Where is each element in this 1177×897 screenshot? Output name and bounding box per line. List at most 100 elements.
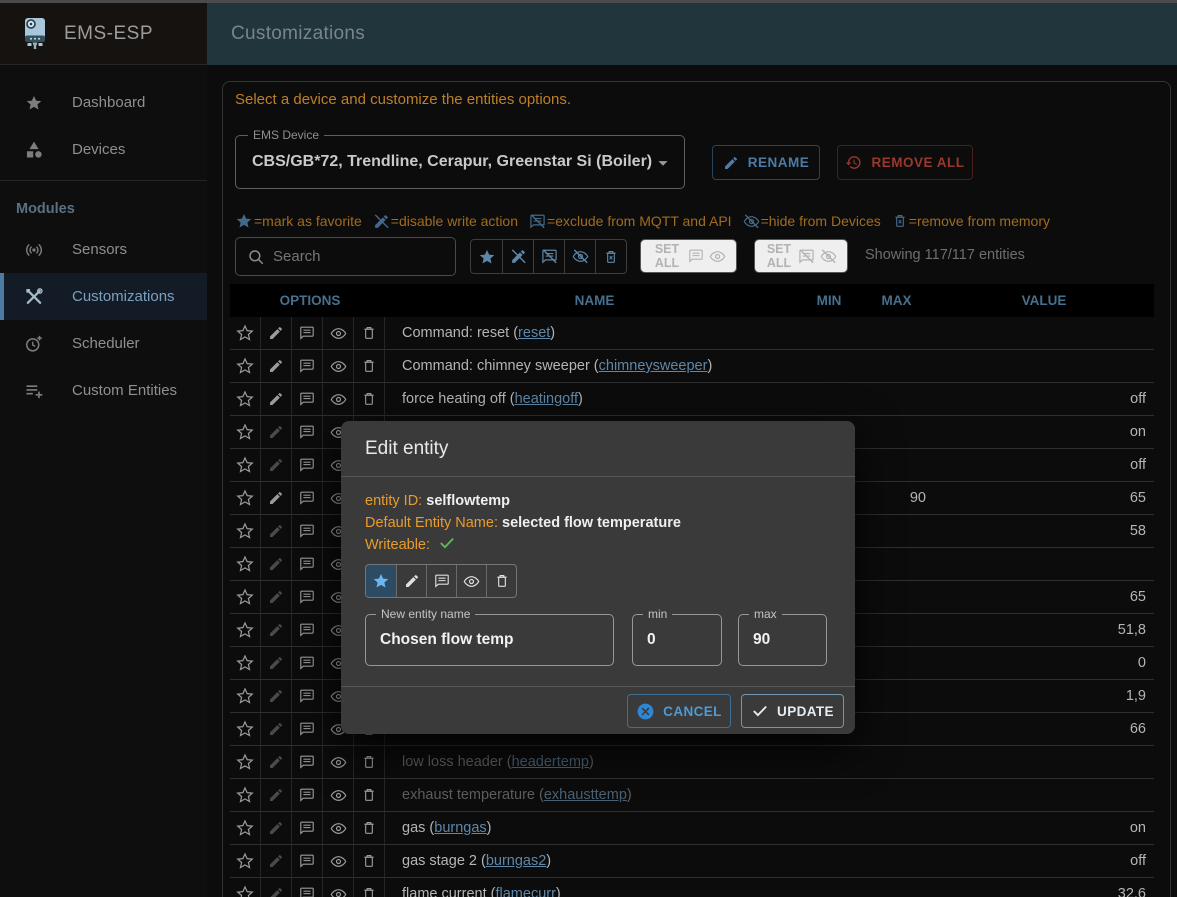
- row-note-button[interactable]: [292, 614, 323, 646]
- row-note-button[interactable]: [292, 779, 323, 811]
- row-pencil-button[interactable]: [261, 779, 292, 811]
- filter-hidden-button[interactable]: [564, 240, 595, 273]
- toggle-visibility-button[interactable]: [456, 565, 486, 597]
- sidebar-item-scheduler[interactable]: Scheduler: [0, 320, 207, 367]
- row-eye-button[interactable]: [323, 317, 354, 349]
- row-pencil-button[interactable]: [261, 482, 292, 514]
- row-trash-button[interactable]: [354, 317, 385, 349]
- filter-removed-button[interactable]: [595, 240, 626, 273]
- filter-favorite-button[interactable]: [471, 240, 502, 273]
- row-pencil-button[interactable]: [261, 416, 292, 448]
- entity-link[interactable]: exhausttemp: [544, 787, 627, 803]
- sidebar-item-dashboard[interactable]: Dashboard: [0, 79, 207, 126]
- row-favorite-star-button[interactable]: [230, 845, 261, 877]
- row-eye-button[interactable]: [323, 383, 354, 415]
- row-favorite-star-button[interactable]: [230, 647, 261, 679]
- entity-link[interactable]: reset: [518, 325, 550, 341]
- row-favorite-star-button[interactable]: [230, 614, 261, 646]
- set-all-show-button[interactable]: SET ALL: [640, 239, 737, 273]
- row-pencil-button[interactable]: [261, 383, 292, 415]
- row-pencil-button[interactable]: [261, 350, 292, 382]
- row-note-button[interactable]: [292, 350, 323, 382]
- row-pencil-button[interactable]: [261, 647, 292, 679]
- entity-link[interactable]: burngas: [434, 820, 486, 836]
- entity-link[interactable]: heatingoff: [515, 391, 578, 407]
- entity-link[interactable]: headertemp: [512, 754, 589, 770]
- sidebar-item-customizations[interactable]: Customizations: [0, 273, 207, 320]
- min-field[interactable]: min 0: [632, 614, 722, 666]
- row-note-button[interactable]: [292, 581, 323, 613]
- row-pencil-button[interactable]: [261, 713, 292, 745]
- row-note-button[interactable]: [292, 317, 323, 349]
- cancel-button[interactable]: CANCEL: [627, 694, 731, 728]
- row-favorite-star-button[interactable]: [230, 812, 261, 844]
- row-pencil-button[interactable]: [261, 317, 292, 349]
- filter-mqtt-off-button[interactable]: [533, 240, 564, 273]
- row-pencil-button[interactable]: [261, 812, 292, 844]
- row-favorite-star-button[interactable]: [230, 416, 261, 448]
- row-note-button[interactable]: [292, 746, 323, 778]
- row-note-button[interactable]: [292, 482, 323, 514]
- row-eye-button[interactable]: [323, 779, 354, 811]
- row-pencil-button[interactable]: [261, 680, 292, 712]
- row-trash-button[interactable]: [354, 845, 385, 877]
- search-box[interactable]: [235, 237, 456, 276]
- row-eye-button[interactable]: [323, 746, 354, 778]
- new-entity-name-field[interactable]: New entity name Chosen flow temp: [365, 614, 614, 666]
- filter-write-off-button[interactable]: [502, 240, 533, 273]
- set-all-hide-button[interactable]: SET ALL: [754, 239, 848, 273]
- row-favorite-star-button[interactable]: [230, 581, 261, 613]
- rename-button[interactable]: RENAME: [712, 145, 820, 180]
- row-eye-button[interactable]: [323, 845, 354, 877]
- row-favorite-star-button[interactable]: [230, 350, 261, 382]
- update-button[interactable]: UPDATE: [741, 694, 844, 728]
- row-trash-button[interactable]: [354, 746, 385, 778]
- row-pencil-button[interactable]: [261, 845, 292, 877]
- sidebar-item-devices[interactable]: Devices: [0, 126, 207, 173]
- row-note-button[interactable]: [292, 812, 323, 844]
- row-eye-button[interactable]: [323, 350, 354, 382]
- sidebar-item-sensors[interactable]: Sensors: [0, 226, 207, 273]
- row-favorite-star-button[interactable]: [230, 779, 261, 811]
- toggle-mqtt-button[interactable]: [426, 565, 456, 597]
- toggle-delete-button[interactable]: [486, 565, 516, 597]
- sidebar-item-custom-entities[interactable]: Custom Entities: [0, 367, 207, 414]
- row-pencil-button[interactable]: [261, 746, 292, 778]
- row-pencil-button[interactable]: [261, 614, 292, 646]
- row-note-button[interactable]: [292, 713, 323, 745]
- row-note-button[interactable]: [292, 647, 323, 679]
- entity-link[interactable]: chimneysweeper: [599, 358, 708, 374]
- row-note-button[interactable]: [292, 416, 323, 448]
- toggle-write-button[interactable]: [396, 565, 426, 597]
- row-trash-button[interactable]: [354, 383, 385, 415]
- row-note-button[interactable]: [292, 680, 323, 712]
- row-favorite-star-button[interactable]: [230, 548, 261, 580]
- toggle-favorite-button[interactable]: [366, 565, 396, 597]
- row-favorite-star-button[interactable]: [230, 713, 261, 745]
- row-trash-button[interactable]: [354, 779, 385, 811]
- search-input[interactable]: [273, 248, 472, 265]
- row-note-button[interactable]: [292, 878, 323, 897]
- row-favorite-star-button[interactable]: [230, 878, 261, 897]
- row-trash-button[interactable]: [354, 812, 385, 844]
- row-note-button[interactable]: [292, 515, 323, 547]
- row-trash-button[interactable]: [354, 350, 385, 382]
- entity-link[interactable]: burngas2: [486, 853, 546, 869]
- row-favorite-star-button[interactable]: [230, 449, 261, 481]
- row-note-button[interactable]: [292, 548, 323, 580]
- row-pencil-button[interactable]: [261, 548, 292, 580]
- row-favorite-star-button[interactable]: [230, 482, 261, 514]
- row-pencil-button[interactable]: [261, 581, 292, 613]
- remove-all-button[interactable]: REMOVE ALL: [837, 145, 973, 180]
- row-favorite-star-button[interactable]: [230, 680, 261, 712]
- ems-device-select[interactable]: EMS Device CBS/GB*72, Trendline, Cerapur…: [235, 135, 685, 189]
- row-note-button[interactable]: [292, 383, 323, 415]
- row-note-button[interactable]: [292, 845, 323, 877]
- row-note-button[interactable]: [292, 449, 323, 481]
- row-trash-button[interactable]: [354, 878, 385, 897]
- row-eye-button[interactable]: [323, 812, 354, 844]
- row-favorite-star-button[interactable]: [230, 746, 261, 778]
- row-pencil-button[interactable]: [261, 515, 292, 547]
- max-field[interactable]: max 90: [738, 614, 827, 666]
- row-favorite-star-button[interactable]: [230, 317, 261, 349]
